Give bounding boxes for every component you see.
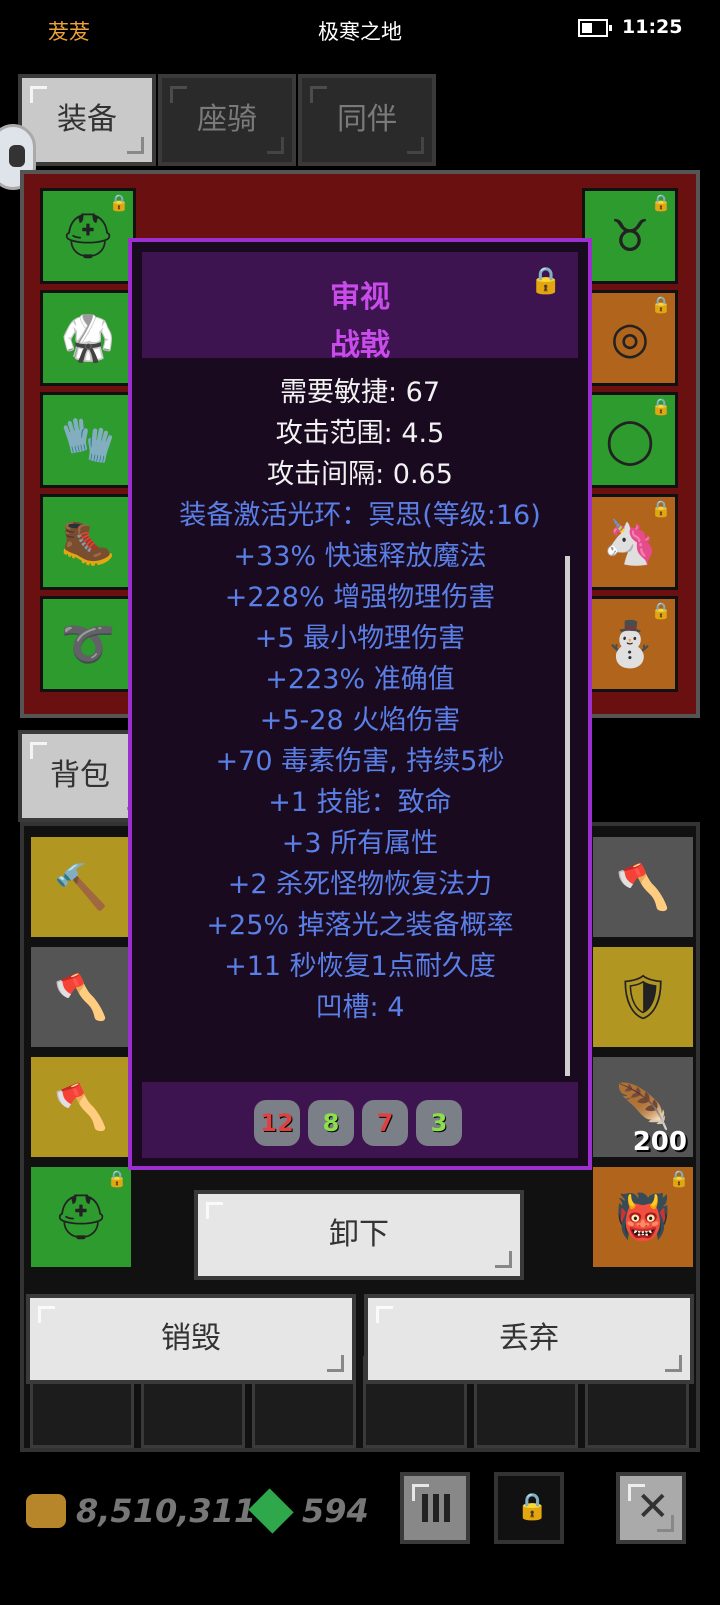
item-affix: 凹槽: 4 bbox=[315, 992, 405, 1023]
item-quantity: 200 bbox=[632, 1127, 687, 1157]
gem-amount: 594 bbox=[302, 1492, 369, 1530]
lock-icon: 🔒 bbox=[651, 499, 671, 518]
item-requirement: 攻击范围: 4.5 bbox=[275, 418, 445, 449]
bag-slot-feather[interactable]: 🪶 200 bbox=[590, 1054, 696, 1160]
armor-icon: 🥋 bbox=[60, 313, 116, 364]
gem-label: 12 bbox=[260, 1109, 294, 1137]
bag-slot-axe[interactable]: 🪓 bbox=[28, 944, 134, 1050]
item-affix: +2 杀死怪物恢复法力 bbox=[227, 869, 493, 900]
item-affix: +70 毒素伤害, 持续5秒 bbox=[215, 746, 505, 777]
item-prefix: 审视 bbox=[330, 280, 390, 315]
bag-slot-demon-helm[interactable]: 👹 🔒 bbox=[590, 1164, 696, 1270]
item-affix: 装备激活光环：冥思(等级:16) bbox=[179, 500, 541, 531]
gem-label: 8 bbox=[322, 1109, 340, 1137]
item-affix: +3 所有属性 bbox=[281, 828, 439, 859]
grid-view-button[interactable] bbox=[400, 1472, 470, 1544]
destroy-button[interactable]: 销毁 bbox=[26, 1294, 356, 1384]
tab-mount[interactable]: 座骑 bbox=[158, 74, 296, 166]
battery-icon bbox=[578, 19, 612, 37]
lock-icon: 🔒 bbox=[516, 1492, 549, 1522]
item-requirement: 需要敏捷: 67 bbox=[279, 377, 441, 408]
equip-slot-gloves[interactable]: 🧤 bbox=[40, 392, 136, 488]
item-affix: +228% 增强物理伤害 bbox=[224, 582, 496, 613]
equip-slot-amulet[interactable]: ◎ 🔒 bbox=[582, 290, 678, 386]
item-name: 战戟 bbox=[330, 328, 390, 363]
equip-slot-belt[interactable]: ➰ bbox=[40, 596, 136, 692]
gem-label: 7 bbox=[376, 1109, 394, 1137]
gold-amount: 8,510,311 bbox=[76, 1492, 257, 1530]
close-button[interactable]: ✕ bbox=[616, 1472, 686, 1544]
item-affix: +5 最小物理伤害 bbox=[254, 623, 466, 654]
grid-icon bbox=[422, 1494, 450, 1522]
zone-name: 极寒之地 bbox=[318, 20, 402, 44]
tab-equipment[interactable]: 装备 bbox=[18, 74, 156, 166]
destroy-label: 销毁 bbox=[161, 1321, 221, 1356]
tab-companion-label: 同伴 bbox=[337, 102, 397, 137]
clock: 11:25 bbox=[622, 16, 683, 38]
equip-slot-pet-unicorn[interactable]: 🦄 🔒 bbox=[582, 494, 678, 590]
equip-slot-ring[interactable]: ◯ 🔒 bbox=[582, 392, 678, 488]
item-affix: +5-28 火焰伤害 bbox=[259, 705, 461, 736]
assistant-icon bbox=[9, 145, 25, 167]
lock-icon: 🔒 bbox=[109, 193, 129, 212]
bottom-bar: 8,510,311 594 🔒 ✕ bbox=[0, 1460, 720, 1560]
socket-gem: 7 bbox=[362, 1100, 408, 1146]
tab-equipment-label: 装备 bbox=[57, 102, 117, 137]
bag-slot-helm[interactable]: ⛑ 🔒 bbox=[28, 1164, 134, 1270]
equip-slot-pet-snowman[interactable]: ⛄ 🔒 bbox=[582, 596, 678, 692]
lock-icon: 🔒 bbox=[651, 601, 671, 620]
axe-icon: 🪓 bbox=[53, 972, 109, 1023]
item-affix: +223% 准确值 bbox=[265, 664, 455, 695]
tab-companion[interactable]: 同伴 bbox=[298, 74, 436, 166]
stats-scrollbar[interactable] bbox=[565, 556, 570, 1076]
gold-coins-icon bbox=[26, 1494, 66, 1528]
gem-label: 3 bbox=[430, 1109, 448, 1137]
item-detail-popup: 审视 战戟 🔒 需要敏捷: 67 攻击范围: 4.5 攻击间隔: 0.65 装备… bbox=[128, 238, 592, 1170]
bag-slot-cleaver[interactable]: 🪓 bbox=[590, 834, 696, 940]
lock-icon: 🔒 bbox=[669, 1169, 689, 1188]
cleaver-icon: 🪓 bbox=[615, 862, 671, 913]
lock-icon: 🔒 bbox=[651, 397, 671, 416]
item-header: 审视 战戟 🔒 bbox=[142, 252, 578, 363]
lock-icon[interactable]: 🔒 bbox=[530, 266, 562, 296]
socket-gem: 12 bbox=[254, 1100, 300, 1146]
equip-slot-boots[interactable]: 🥾 bbox=[40, 494, 136, 590]
mace-icon: 🔨 bbox=[53, 862, 109, 913]
belt-icon: ➰ bbox=[60, 619, 116, 670]
discard-button[interactable]: 丢弃 bbox=[364, 1294, 694, 1384]
bag-slot-shield[interactable]: 🛡 bbox=[590, 944, 696, 1050]
item-affix: +1 技能：致命 bbox=[268, 787, 452, 818]
socket-gem: 3 bbox=[416, 1100, 462, 1146]
status-bar: 茇茇 极寒之地 11:25 bbox=[0, 0, 720, 60]
shield-icon: 🛡 bbox=[615, 972, 671, 1023]
tab-bag-label: 背包 bbox=[50, 758, 110, 793]
close-icon: ✕ bbox=[636, 1484, 670, 1530]
battle-axe-icon: 🪓 bbox=[53, 1082, 109, 1133]
gloves-icon: 🧤 bbox=[60, 415, 116, 466]
item-requirement: 攻击间隔: 0.65 bbox=[267, 459, 453, 490]
tab-mount-label: 座骑 bbox=[197, 102, 257, 137]
lock-icon: 🔒 bbox=[651, 295, 671, 314]
equip-slot-armor[interactable]: 🥋 bbox=[40, 290, 136, 386]
unequip-label: 卸下 bbox=[329, 1217, 389, 1252]
item-affix: +11 秒恢复1点耐久度 bbox=[224, 951, 496, 982]
boots-icon: 🥾 bbox=[60, 517, 116, 568]
discard-label: 丢弃 bbox=[499, 1321, 559, 1356]
bag-slot-battle-axe[interactable]: 🪓 bbox=[28, 1054, 134, 1160]
socket-gems: 12 8 7 3 bbox=[142, 1082, 578, 1158]
bag-slot-mace[interactable]: 🔨 bbox=[28, 834, 134, 940]
lock-toggle-button[interactable]: 🔒 bbox=[494, 1472, 564, 1544]
equip-slot-horned-helm[interactable]: ♉ 🔒 bbox=[582, 188, 678, 284]
lock-icon: 🔒 bbox=[107, 1169, 127, 1188]
item-stats: 需要敏捷: 67 攻击范围: 4.5 攻击间隔: 0.65 装备激活光环：冥思(… bbox=[142, 360, 578, 1060]
equip-slot-helmet[interactable]: ⛑ 🔒 bbox=[40, 188, 136, 284]
item-affix: +25% 掉落光之装备概率 bbox=[206, 910, 514, 941]
lock-icon: 🔒 bbox=[651, 193, 671, 212]
unequip-button[interactable]: 卸下 bbox=[194, 1190, 524, 1280]
item-affix: +33% 快速释放魔法 bbox=[233, 541, 487, 572]
socket-gem: 8 bbox=[308, 1100, 354, 1146]
